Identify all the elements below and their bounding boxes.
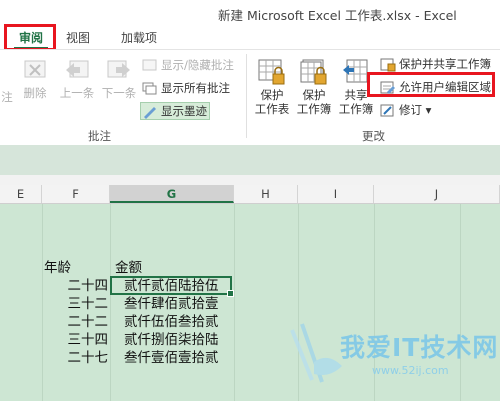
column-header-e[interactable]: E [0,185,42,203]
delete-comment-icon [24,60,46,78]
changes-group-label: 更改 [362,129,385,143]
track-changes-icon [380,104,396,118]
delete-comment-button[interactable]: 删除 [18,58,52,100]
header-age-cell[interactable]: 年龄 [44,260,71,276]
age-cell[interactable]: 二十七 [44,350,109,366]
age-cell[interactable]: 三十二 [44,296,109,312]
protect-share-icon [380,58,396,72]
header-amount-cell[interactable]: 金额 [115,260,142,276]
show-hide-comment-button[interactable]: 显示/隐藏批注 [142,57,234,73]
next-comment-button[interactable]: 下一条 [98,58,140,100]
column-header-i[interactable]: I [298,185,374,203]
column-header-h[interactable]: H [234,185,298,203]
amount-cell[interactable]: 贰仟伍佰叁拾贰 [124,314,219,330]
active-cell-selection[interactable] [110,276,234,297]
new-comment-button[interactable]: 注 [0,62,14,104]
ribbon: 注 删除 上一条 下一条 显示/隐藏批注 显示所有批注 显示墨迹 批注 保护 工… [0,49,500,146]
tab-view[interactable]: 视图 [66,29,90,47]
amount-cell[interactable]: 贰仟捌佰柒拾陆 [124,332,219,348]
protect-sheet-icon [258,59,285,85]
show-ink-button[interactable]: 显示墨迹 [142,103,207,119]
show-all-comments-button[interactable]: 显示所有批注 [142,80,230,96]
watermark-logo-icon [290,323,342,383]
age-cell[interactable]: 二十二 [44,314,109,330]
protect-workbook-icon [300,59,327,85]
track-changes-button[interactable]: 修订 ▾ [380,102,431,118]
show-hide-comment-icon [142,59,158,73]
column-header-row: E F G H I J [0,185,500,204]
age-cell[interactable]: 二十四 [44,278,109,294]
group-separator [246,54,247,138]
previous-comment-icon [66,60,89,78]
ribbon-tabs: 审阅 视图 加载项 [0,26,500,49]
protect-sheet-button[interactable]: 保护 工作表 [252,58,292,116]
formula-bar-area [0,145,500,175]
site-watermark: 我爱IT技术网 www.52ij.com [284,322,497,396]
show-ink-icon [142,105,158,119]
divider-strip [0,175,500,185]
protect-workbook-button[interactable]: 保护 工作簿 [294,58,334,116]
amount-cell[interactable]: 叁仟肆佰贰拾壹 [124,296,219,312]
allow-edit-ranges-highlight-box [367,72,495,97]
age-cell[interactable]: 三十四 [44,332,109,348]
column-header-j[interactable]: J [374,185,500,203]
amount-cell[interactable]: 叁仟壹佰壹拾贰 [124,350,219,366]
tab-highlight-box [4,24,56,51]
show-all-comments-icon [142,82,158,96]
tab-addins[interactable]: 加载项 [121,29,157,47]
watermark-url: www.52ij.com [372,364,449,377]
column-header-f[interactable]: F [42,185,110,203]
comments-group-label: 批注 [88,129,111,143]
column-header-g[interactable]: G [110,185,234,203]
title-bar: 新建 Microsoft Excel 工作表.xlsx - Excel [0,0,500,26]
protect-and-share-button[interactable]: 保护并共享工作簿 [380,56,491,72]
window-title: 新建 Microsoft Excel 工作表.xlsx - Excel [218,8,457,23]
previous-comment-button[interactable]: 上一条 [56,58,98,100]
next-comment-icon [107,60,130,78]
watermark-title: 我爱IT技术网 [340,333,499,362]
